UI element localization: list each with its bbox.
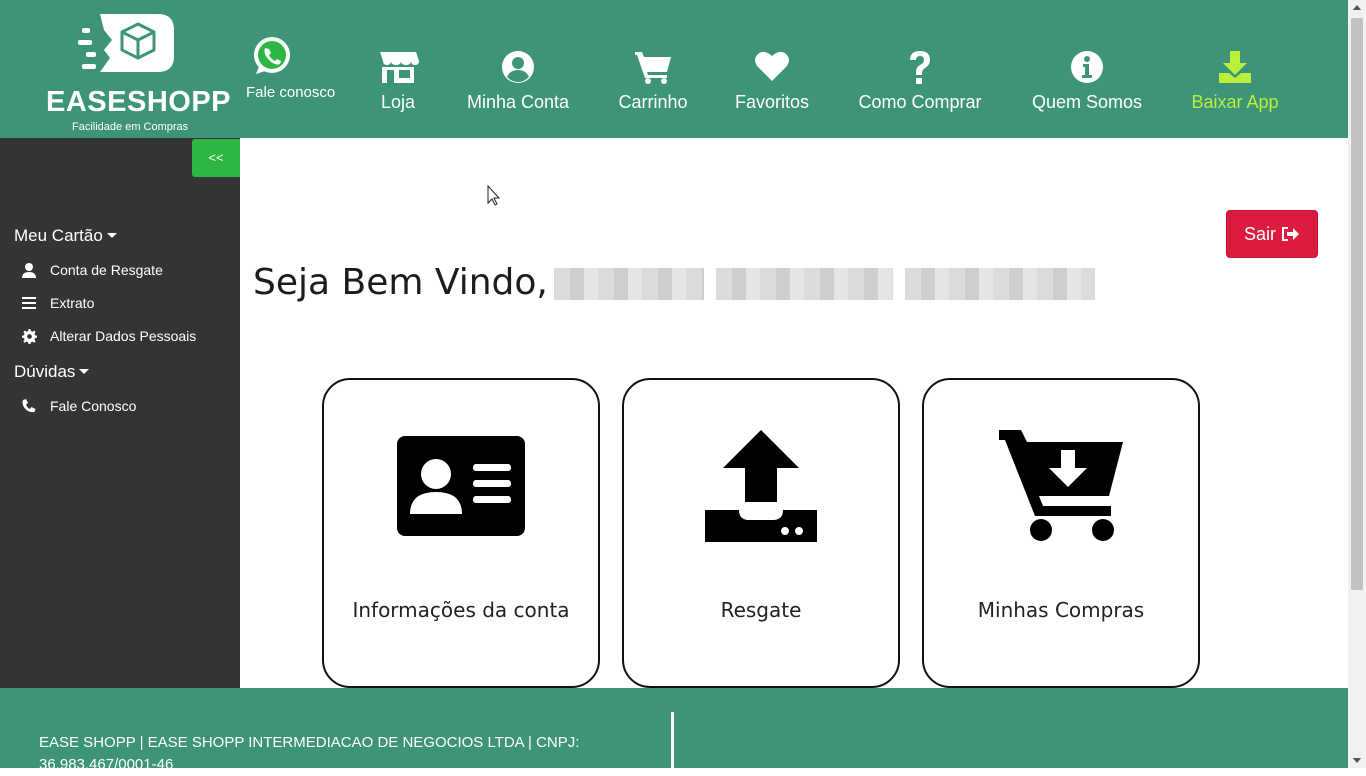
sidebar-section-duvidas[interactable]: Dúvidas: [14, 362, 90, 382]
phone-icon: [22, 399, 36, 413]
card-account-info[interactable]: Informações da conta: [322, 378, 600, 688]
nav-label: Baixar App: [1191, 92, 1279, 112]
user-circle-icon: [502, 51, 534, 83]
nav-label: Carrinho: [618, 92, 688, 112]
card-resgate[interactable]: Resgate: [622, 378, 900, 688]
sidebar-item-extrato[interactable]: Extrato: [20, 295, 94, 311]
download-icon: [1219, 51, 1251, 83]
logout-button[interactable]: Sair: [1226, 210, 1318, 258]
sidebar-item-label: Extrato: [50, 295, 95, 311]
box-delivery-logo-icon: [78, 14, 174, 72]
footer-company-info: EASE SHOPP | EASE SHOPP INTERMEDIACAO DE…: [39, 734, 580, 773]
footer: EASE SHOPP | EASE SHOPP INTERMEDIACAO DE…: [0, 688, 1348, 773]
logout-label: Sair: [1243, 223, 1276, 244]
redacted-name-part: [554, 268, 704, 300]
sidebar-item-label: Fale Conosco: [50, 398, 137, 414]
mouse-cursor-icon: [487, 185, 501, 206]
nav-como-comprar[interactable]: Como Comprar: [852, 50, 988, 113]
scroll-up-icon[interactable]: [1353, 5, 1361, 10]
nav-label: Quem Somos: [1031, 92, 1143, 112]
sidebar-section-meu-cartao[interactable]: Meu Cartão: [14, 226, 117, 246]
nav-favoritos[interactable]: Favoritos: [731, 50, 813, 113]
question-icon: [910, 51, 930, 84]
scrollbar-thumb[interactable]: [1351, 18, 1363, 590]
card-label: Informações da conta: [352, 598, 570, 622]
sidebar-item-alterar-dados[interactable]: Alterar Dados Pessoais: [20, 328, 196, 344]
section-title: Meu Cartão: [14, 226, 103, 245]
section-title: Dúvidas: [14, 362, 76, 381]
sidebar: << Meu Cartão Conta de Resgate Extrato A…: [0, 138, 240, 688]
brand-name: EASESHOPP: [46, 86, 231, 118]
nav-label: Como Comprar: [858, 92, 982, 112]
nav-loja[interactable]: Loja: [376, 50, 420, 113]
nav-label: Favoritos: [734, 92, 810, 112]
store-icon: [380, 52, 419, 83]
card-label: Resgate: [720, 598, 802, 622]
cart-icon: [635, 52, 671, 84]
card-minhas-compras[interactable]: Minhas Compras: [922, 378, 1200, 688]
upload-icon: [705, 430, 817, 542]
sidebar-item-label: Alterar Dados Pessoais: [50, 328, 197, 344]
welcome-heading: Seja Bem Vindo,: [253, 262, 548, 303]
brand-tagline: Facilidade em Compras: [72, 121, 189, 133]
gear-icon: [21, 328, 37, 344]
nav-baixar-app[interactable]: Baixar App: [1186, 50, 1284, 113]
nav-label: Minha Conta: [466, 92, 570, 112]
whatsapp-icon: [254, 37, 290, 74]
redacted-name-part: [716, 268, 893, 300]
footer-divider: [671, 712, 674, 768]
whatsapp-contact-link[interactable]: Fale conosco: [246, 34, 346, 101]
caret-down-icon: [106, 232, 117, 238]
sidebar-item-label: Conta de Resgate: [50, 262, 163, 278]
card-label: Minhas Compras: [977, 598, 1145, 622]
id-card-icon: [397, 436, 525, 536]
top-header: EASESHOPP Facilidade em Compras Fale con…: [0, 0, 1348, 138]
caret-down-icon: [79, 368, 90, 374]
sign-out-icon: [1282, 227, 1299, 241]
nav-minha-conta[interactable]: Minha Conta: [460, 50, 576, 113]
user-icon: [22, 262, 36, 278]
list-icon: [22, 297, 36, 309]
info-icon: [1071, 51, 1103, 83]
scroll-down-icon[interactable]: [1353, 758, 1361, 763]
nav-carrinho[interactable]: Carrinho: [614, 50, 692, 113]
sidebar-item-fale-conosco[interactable]: Fale Conosco: [20, 398, 136, 414]
whatsapp-label: Fale conosco: [246, 84, 336, 101]
nav-label: Loja: [380, 92, 416, 112]
sidebar-item-conta-de-resgate[interactable]: Conta de Resgate: [20, 262, 163, 278]
page-scrollbar[interactable]: [1348, 0, 1366, 768]
cart-download-icon: [999, 430, 1123, 541]
heart-icon: [755, 51, 789, 81]
sidebar-collapse-button[interactable]: <<: [192, 139, 240, 177]
site-logo[interactable]: EASESHOPP Facilidade em Compras: [40, 10, 231, 133]
nav-quem-somos[interactable]: Quem Somos: [1027, 50, 1147, 113]
redacted-name-part: [905, 268, 1095, 300]
